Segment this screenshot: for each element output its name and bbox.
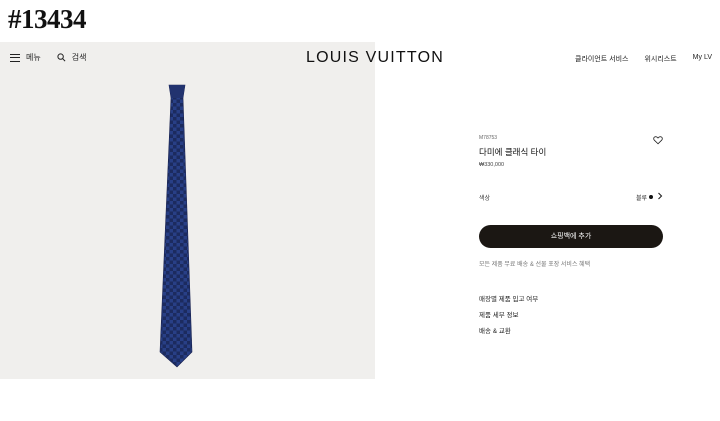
listing-number-stamp: #13434 — [8, 4, 87, 34]
product-details-link[interactable]: 제품 세부 정보 — [479, 309, 538, 325]
product-links: 매장별 제품 입고 여부 제품 세부 정보 배송 & 교환 — [479, 293, 538, 341]
color-value: 블루 — [635, 196, 647, 202]
product-name: 다미에 클래식 타이 — [479, 147, 547, 157]
header-right: 클라이언트 서비스 위시리스트 My LV — [559, 54, 712, 64]
chevron-right-icon[interactable] — [657, 192, 663, 200]
add-to-cart-button[interactable]: 쇼핑백에 추가 — [479, 225, 663, 248]
product-image-area — [0, 42, 375, 379]
store-availability-link[interactable]: 매장별 제품 입고 여부 — [479, 293, 538, 309]
shipping-note: 모든 제품 무료 배송 & 선물 포장 서비스 혜택 — [479, 262, 591, 268]
color-swatch — [649, 195, 653, 199]
product-price: ₩330,000 — [479, 162, 505, 168]
color-selector[interactable]: 색상 블루 — [479, 191, 663, 203]
tie-image — [159, 84, 193, 368]
product-info-panel: M78753 다미에 클래식 타이 ₩330,000 색상 블루 쇼핑백에 추가… — [479, 135, 663, 335]
wishlist-link[interactable]: 위시리스트 — [644, 54, 676, 64]
color-label: 색상 — [479, 196, 491, 202]
product-sku: M78753 — [479, 135, 498, 141]
site-header: 메뉴 검색 LOUIS VUITTON 클라이언트 서비스 위시리스트 My L… — [0, 42, 720, 76]
client-service-link[interactable]: 클라이언트 서비스 — [575, 54, 628, 64]
wishlist-heart-icon[interactable] — [653, 135, 663, 145]
delivery-returns-link[interactable]: 배송 & 교환 — [479, 325, 538, 341]
my-lv-link[interactable]: My LV — [693, 54, 712, 64]
